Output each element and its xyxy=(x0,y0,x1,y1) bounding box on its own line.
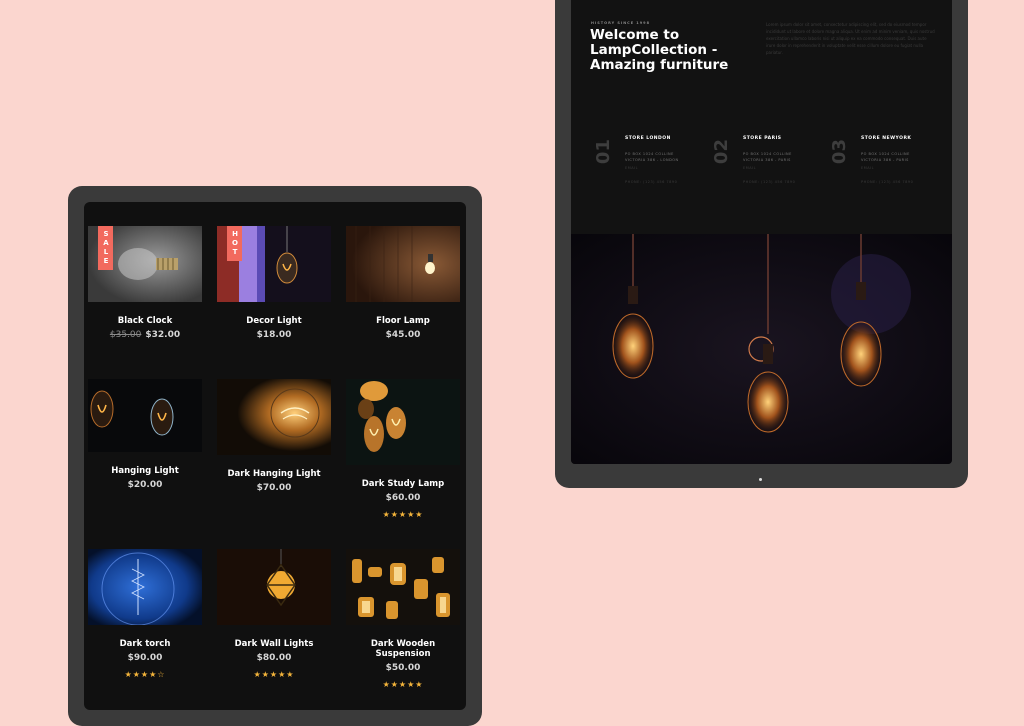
product-name[interactable]: Dark Hanging Light xyxy=(217,469,331,479)
product-name[interactable]: Black Clock xyxy=(88,316,202,326)
hot-badge: HOT xyxy=(227,226,242,261)
store-address-line: PO BOX 1024 COLLINE xyxy=(625,152,674,156)
product-price: $18.00 xyxy=(256,330,292,340)
product-name[interactable]: Dark Wooden Suspension xyxy=(346,639,460,659)
store-title: STORE LONDON xyxy=(625,136,671,141)
store-title: STORE NEWYORK xyxy=(861,136,912,141)
product-card[interactable]: Floor Lamp $45.00 xyxy=(346,226,460,340)
product-price: $70.00 xyxy=(256,483,292,493)
product-card[interactable]: Hanging Light $20.00 xyxy=(88,379,202,519)
tablet-right: HISTORY SINCE 1998 Welcome to LampCollec… xyxy=(555,0,968,488)
store-address-line: VICTORIA 386 - PARIS xyxy=(861,158,909,162)
product-grid: SALE Black Clock $35.00 $32.00 HOT Decor… xyxy=(84,202,466,689)
product-image-hanging-light[interactable] xyxy=(88,379,202,452)
product-card[interactable]: SALE Black Clock $35.00 $32.00 xyxy=(88,226,202,340)
product-card[interactable]: Dark Wall Lights $80.00 ★★★★★ xyxy=(217,549,331,689)
star-rating: ★★★★★ xyxy=(382,510,424,519)
product-image-floor-lamp[interactable] xyxy=(346,226,460,302)
old-price: $35.00 xyxy=(109,330,142,340)
star-rating: ★★★★☆ xyxy=(124,670,166,679)
store-email[interactable]: EMAIL xyxy=(625,166,638,170)
store-address-line: PO BOX 1024 COLLINE xyxy=(861,152,910,156)
shop-screen: SALE Black Clock $35.00 $32.00 HOT Decor… xyxy=(84,202,466,710)
store-address-line: PO BOX 1024 COLLINE xyxy=(743,152,792,156)
product-name[interactable]: Hanging Light xyxy=(88,466,202,476)
intro-paragraph: Lorem ipsum dolor sit amet, consectetur … xyxy=(766,22,935,55)
product-card[interactable]: Dark Hanging Light $70.00 xyxy=(217,379,331,519)
product-name[interactable]: Dark Study Lamp xyxy=(346,479,460,489)
product-name[interactable]: Decor Light xyxy=(217,316,331,326)
about-screen: HISTORY SINCE 1998 Welcome to LampCollec… xyxy=(571,0,952,464)
product-image-black-clock[interactable]: SALE xyxy=(88,226,202,302)
product-name[interactable]: Dark Wall Lights xyxy=(217,639,331,649)
sale-badge: SALE xyxy=(98,226,113,270)
hanging-bulbs-photo xyxy=(571,234,952,464)
product-price: $80.00 xyxy=(256,653,292,663)
tablet-left: SALE Black Clock $35.00 $32.00 HOT Decor… xyxy=(68,186,482,726)
product-price: $32.00 xyxy=(145,330,181,340)
product-name[interactable]: Floor Lamp xyxy=(346,316,460,326)
store-number: 03 xyxy=(829,139,850,165)
product-price: $50.00 xyxy=(385,663,421,673)
product-price-row: $35.00 $32.00 xyxy=(88,330,202,340)
star-rating: ★★★★★ xyxy=(382,680,424,689)
store-email[interactable]: EMAIL xyxy=(743,166,756,170)
store-email[interactable]: EMAIL xyxy=(861,166,874,170)
product-image-dark-hanging-light[interactable] xyxy=(217,379,331,455)
star-rating: ★★★★★ xyxy=(253,670,295,679)
store-address-line: VICTORIA 386 - PARIS xyxy=(743,158,791,162)
history-eyebrow: HISTORY SINCE 1998 xyxy=(591,21,651,25)
about-section: HISTORY SINCE 1998 Welcome to LampCollec… xyxy=(571,0,952,234)
product-card[interactable]: Dark Wooden Suspension $50.00 ★★★★★ xyxy=(346,549,460,689)
welcome-heading: Welcome to LampCollection - Amazing furn… xyxy=(590,27,729,73)
product-image-dark-wall-lights[interactable] xyxy=(217,549,331,625)
store-title: STORE PARIS xyxy=(743,136,782,141)
product-price: $45.00 xyxy=(385,330,421,340)
product-price: $60.00 xyxy=(385,493,421,503)
product-image-decor-light[interactable]: HOT xyxy=(217,226,331,302)
home-indicator xyxy=(759,478,762,481)
product-card[interactable]: HOT Decor Light $18.00 xyxy=(217,226,331,340)
product-image-dark-study-lamp[interactable] xyxy=(346,379,460,465)
product-card[interactable]: Dark Study Lamp $60.00 ★★★★★ xyxy=(346,379,460,519)
product-price: $20.00 xyxy=(127,480,163,490)
product-name[interactable]: Dark torch xyxy=(88,639,202,649)
product-image-dark-torch[interactable] xyxy=(88,549,202,625)
store-phone: PHONE: (123) 456 7890 xyxy=(861,180,914,184)
store-number: 01 xyxy=(593,139,614,165)
store-number: 02 xyxy=(711,139,732,165)
store-phone: PHONE: (123) 456 7890 xyxy=(743,180,796,184)
store-phone: PHONE: (123) 456 7890 xyxy=(625,180,678,184)
product-image-dark-wooden-suspension[interactable] xyxy=(346,549,460,625)
product-price: $90.00 xyxy=(127,653,163,663)
product-card[interactable]: Dark torch $90.00 ★★★★☆ xyxy=(88,549,202,689)
store-address-line: VICTORIA 386 - LONDON xyxy=(625,158,679,162)
